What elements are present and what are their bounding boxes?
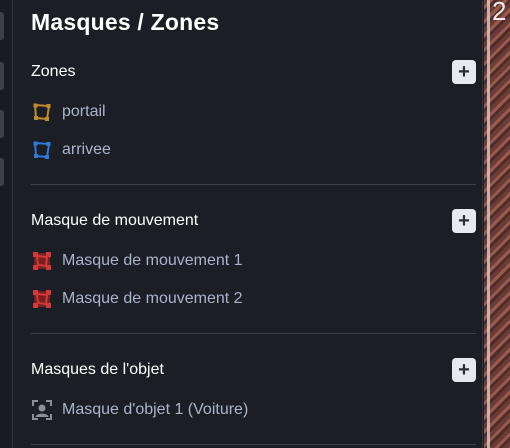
zone-polygon-icon bbox=[31, 101, 53, 123]
section-divider bbox=[31, 184, 476, 185]
zone-item-label: arrivee bbox=[62, 141, 111, 158]
toolbar-tab[interactable] bbox=[0, 62, 4, 90]
add-motion-mask-button[interactable]: + bbox=[452, 209, 476, 233]
motion-mask-item-label: Masque de mouvement 1 bbox=[62, 252, 243, 269]
object-mask-item-1[interactable]: Masque d'objet 1 (Voiture) bbox=[31, 397, 248, 423]
motion-mask-item-label: Masque de mouvement 2 bbox=[62, 290, 243, 307]
motion-mask-icon bbox=[31, 250, 53, 272]
motion-mask-item-2[interactable]: Masque de mouvement 2 bbox=[31, 286, 243, 312]
motion-mask-icon bbox=[31, 288, 53, 310]
toolbar-tab[interactable] bbox=[0, 12, 4, 40]
masks-zones-panel: Masques / Zones Zones + portail arrivee … bbox=[12, 0, 483, 448]
object-mask-item-label: Masque d'objet 1 (Voiture) bbox=[62, 401, 249, 418]
zone-item-arrivee[interactable]: arrivee bbox=[31, 137, 111, 163]
section-title-motion-mask: Masque de mouvement bbox=[31, 212, 199, 229]
zone-polygon-icon bbox=[31, 139, 53, 161]
preview-frame-edge bbox=[487, 0, 490, 448]
section-title-zones: Zones bbox=[31, 63, 76, 80]
section-divider bbox=[31, 444, 476, 445]
toolbar-tab[interactable] bbox=[0, 158, 4, 186]
add-zone-button[interactable]: + bbox=[452, 60, 476, 84]
left-toolbar-strip bbox=[0, 0, 11, 448]
section-title-object-masks: Masques de l'objet bbox=[31, 361, 164, 378]
zone-item-label: portail bbox=[62, 103, 106, 120]
object-mask-icon bbox=[31, 399, 53, 421]
panel-title: Masques / Zones bbox=[31, 9, 220, 35]
toolbar-tab[interactable] bbox=[0, 110, 4, 138]
preview-overlay-text: 2 bbox=[492, 0, 507, 26]
zone-item-portail[interactable]: portail bbox=[31, 99, 106, 125]
motion-mask-item-1[interactable]: Masque de mouvement 1 bbox=[31, 248, 243, 274]
add-object-mask-button[interactable]: + bbox=[452, 358, 476, 382]
section-divider bbox=[31, 333, 476, 334]
video-preview[interactable]: 2 bbox=[484, 0, 510, 448]
